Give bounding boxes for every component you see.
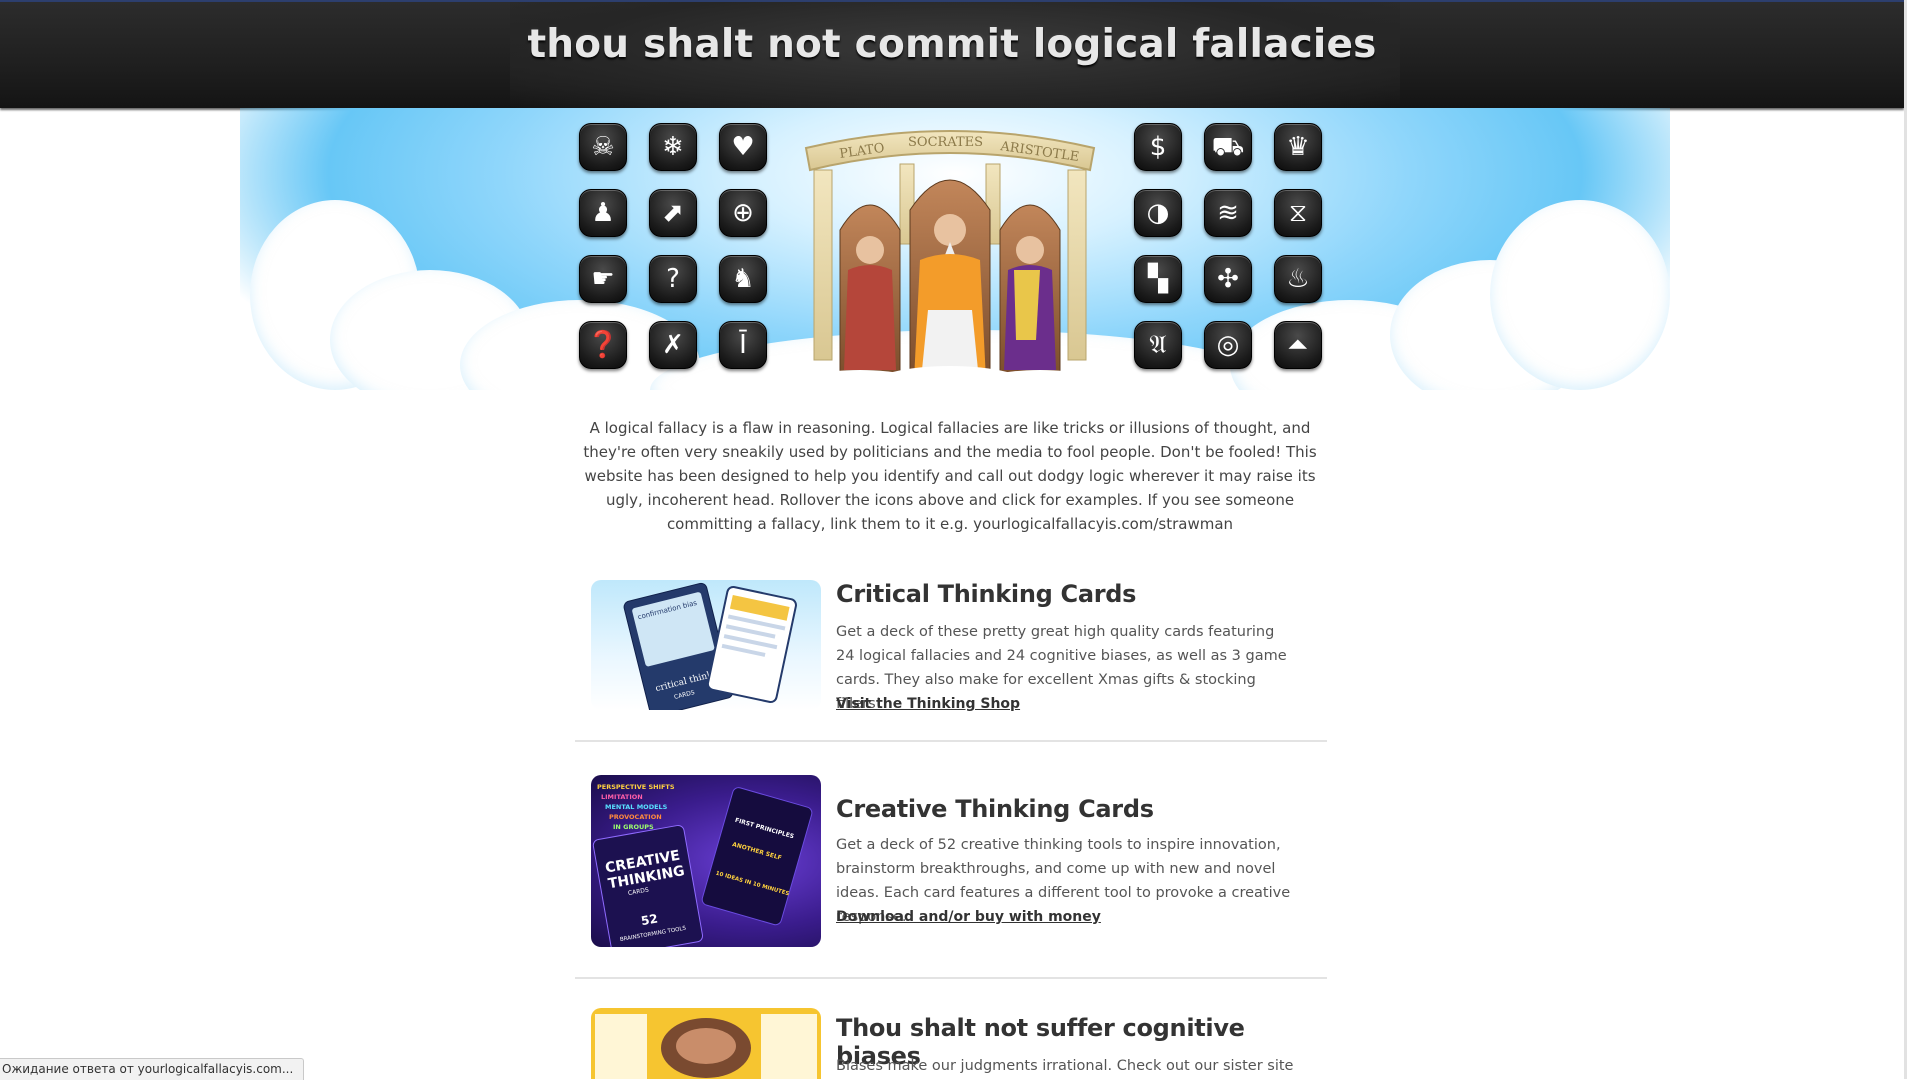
philosophers-illustration: PLATO SOCRATES ARISTOTLE [790, 120, 1110, 406]
dollar-clock-icon[interactable]: $ [1134, 123, 1182, 171]
fallacy-icons-left: ☠ ❄ ♥ ♟ ⬈ ⊕ ☛ ? ♞ ❓ ✗ Ī [579, 123, 767, 369]
flame-icon[interactable]: ♨ [1274, 255, 1322, 303]
cognitive-biases-poster-image[interactable] [591, 1008, 821, 1079]
arch-label-socrates: SOCRATES [908, 135, 983, 150]
running-figure-icon[interactable]: ✗ [649, 321, 697, 369]
promo-description: Biases make our judgments irrational. Ch… [836, 1058, 1294, 1074]
heart-icon[interactable]: ♥ [719, 123, 767, 171]
promo-title: Critical Thinking Cards [836, 580, 1137, 608]
checker-icon[interactable]: ▚ [1134, 255, 1182, 303]
escape-icon[interactable]: ⬈ [649, 189, 697, 237]
intro-paragraph: A logical fallacy is a flaw in reasoning… [583, 419, 1317, 533]
snowflake-skull-icon[interactable]: ❄ [649, 123, 697, 171]
creative-tag-5: IN GROUPS [613, 823, 654, 831]
browser-status-bar: Ожидание ответа от yourlogicalfallacyis.… [0, 1058, 305, 1080]
crosshair-icon[interactable]: ⊕ [719, 189, 767, 237]
fallacy-icons-right: $ ⛟ ♛ ◑ ≋ ⧖ ▚ ✣ ♨ 𝔄 ◎ ⏶ [1134, 123, 1322, 369]
biases-poster-svg [595, 1014, 817, 1079]
critical-cards-svg: confirmation bias critical thinking CARD… [623, 582, 797, 710]
site-title[interactable]: thou shalt not commit logical fallacies [0, 22, 1904, 67]
creative-tag-1: PERSPECTIVE SHIFTS [597, 783, 675, 791]
promo-title: Creative Thinking Cards [836, 795, 1154, 823]
creative-tag-3: MENTAL MODELS [605, 803, 668, 811]
creative-thinking-cards-image[interactable]: PERSPECTIVE SHIFTS LIMITATION MENTAL MOD… [591, 775, 821, 947]
promo-cognitive-biases: Thou shalt not suffer cognitive biases B… [575, 1008, 1327, 1079]
promo-creative-thinking: PERSPECTIVE SHIFTS LIMITATION MENTAL MOD… [575, 775, 1327, 947]
gothic-a-icon[interactable]: 𝔄 [1134, 321, 1182, 369]
visit-thinking-shop-link[interactable]: Visit the Thinking Shop [836, 696, 1020, 712]
critical-thinking-cards-image[interactable]: confirmation bias critical thinking CARD… [591, 580, 821, 710]
site-header: thou shalt not commit logical fallacies [0, 2, 1904, 108]
creative-count: 52 [640, 911, 659, 928]
promo-critical-thinking: confirmation bias critical thinking CARD… [575, 580, 1327, 712]
dna-icon[interactable]: ⧖ [1274, 189, 1322, 237]
question-ball-icon[interactable]: ❓ [579, 321, 627, 369]
philosophers-svg: PLATO SOCRATES ARISTOTLE [790, 130, 1110, 406]
wave-icon[interactable]: ≋ [1204, 189, 1252, 237]
cloud [1490, 200, 1670, 390]
target-icon[interactable]: ◎ [1204, 321, 1252, 369]
download-buy-link[interactable]: Download and/or buy with money [836, 909, 1101, 925]
creative-cards-svg: PERSPECTIVE SHIFTS LIMITATION MENTAL MOD… [592, 783, 813, 947]
cart-icon[interactable]: ⛟ [1204, 123, 1252, 171]
section-divider [575, 740, 1327, 742]
pointing-hand-icon[interactable]: ☛ [579, 255, 627, 303]
question-mark-icon[interactable]: ? [649, 255, 697, 303]
mask-icon[interactable]: ◑ [1134, 189, 1182, 237]
swirl-icon[interactable]: ✣ [1204, 255, 1252, 303]
tent-icon[interactable]: ⏶ [1274, 321, 1322, 369]
creative-tag-2: LIMITATION [601, 793, 643, 801]
creative-tag-4: PROVOCATION [609, 813, 662, 821]
top-hat-icon[interactable]: ♟ [579, 189, 627, 237]
section-divider [575, 977, 1327, 979]
goblet-icon[interactable]: Ī [719, 321, 767, 369]
kneeling-figure-icon[interactable]: ♞ [719, 255, 767, 303]
skull-hat-icon[interactable]: ☠ [579, 123, 627, 171]
crown-icon[interactable]: ♛ [1274, 123, 1322, 171]
